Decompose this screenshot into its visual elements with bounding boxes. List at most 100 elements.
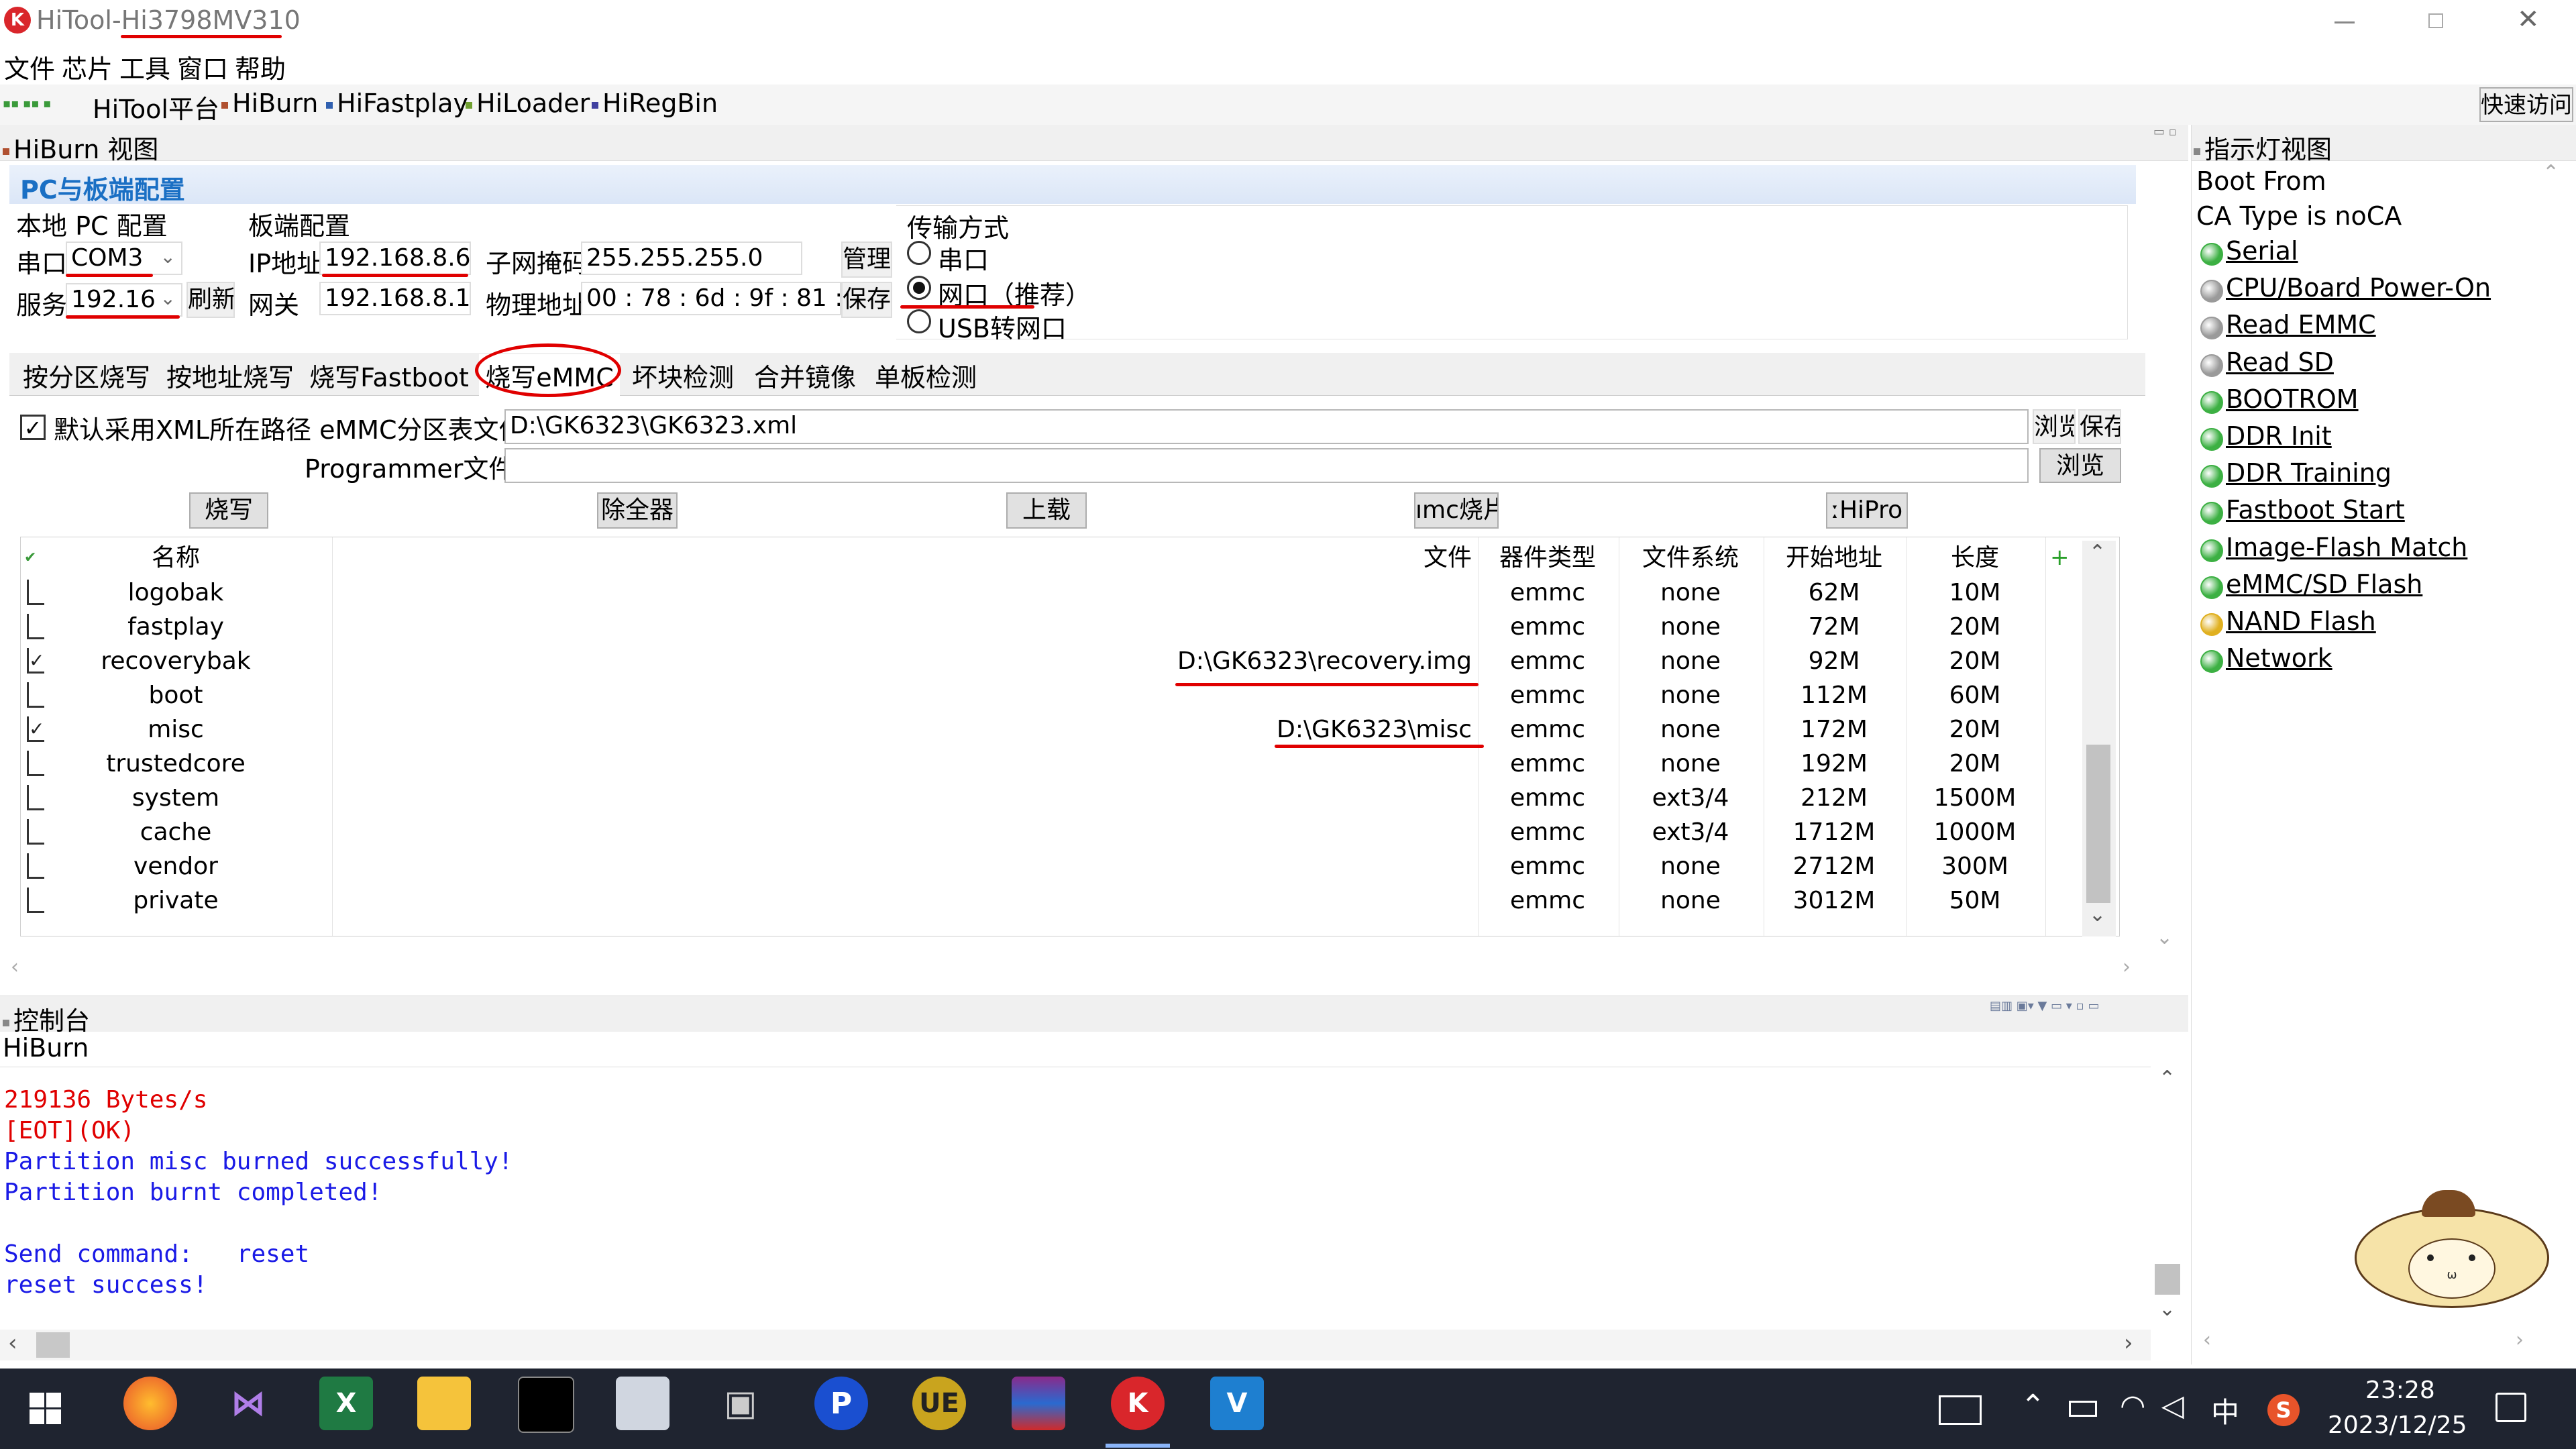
minimize-icon[interactable] <box>2334 21 2355 23</box>
chevron-down-icon[interactable]: ⌄ <box>2089 903 2106 926</box>
ime-indicator[interactable]: 中 <box>2211 1390 2239 1431</box>
table-row[interactable]: misc D:\GK6323\misc emmc none 172M 20M <box>20 712 2127 747</box>
menu-file[interactable]: 文件 <box>4 48 55 85</box>
notification-icon[interactable] <box>2496 1393 2526 1422</box>
remote-desktop-icon[interactable] <box>616 1377 669 1430</box>
status-led-label[interactable]: CPU/Board Power-On <box>2226 273 2491 303</box>
package-icon[interactable]: ▣ <box>714 1377 767 1430</box>
vscode-icon[interactable]: V <box>1210 1377 1264 1430</box>
ultraedit-icon[interactable]: UE <box>912 1377 966 1430</box>
toolbar-hiloader[interactable]: HiLoader <box>466 89 590 118</box>
ip-field[interactable]: 192.168.8.6 <box>319 241 471 275</box>
tab-fastboot-burn[interactable]: 烧写Fastboot <box>303 354 475 396</box>
manage-button[interactable]: 管理 <box>841 241 892 278</box>
row-file[interactable] <box>331 576 1472 610</box>
radio-serial[interactable] <box>907 241 931 265</box>
tab-partition-burn[interactable]: 按分区烧写 <box>13 354 160 396</box>
console-scroll-thumb[interactable] <box>2155 1264 2180 1295</box>
tray-expand-icon[interactable]: ⌃ <box>2021 1389 2045 1423</box>
row-file[interactable]: D:\GK6323\recovery.img <box>331 644 1472 678</box>
view-vscroll-down-icon[interactable]: ⌄ <box>2156 926 2173 949</box>
table-row[interactable]: cache emmc ext3/4 1712M 1000M <box>20 815 2127 849</box>
console-vscroll[interactable]: ⌃ ⌄ <box>2151 1067 2184 1328</box>
table-row[interactable]: trustedcore emmc none 192M 20M <box>20 747 2127 781</box>
toolbar-hifastplay[interactable]: HiFastplay <box>326 89 468 118</box>
clock-date[interactable]: 2023/12/25 <box>2328 1411 2467 1439</box>
table-row[interactable]: fastplay emmc none 72M 20M <box>20 610 2127 644</box>
quick-access-button[interactable]: 快速访问 <box>2479 87 2573 122</box>
row-file[interactable] <box>331 747 1472 781</box>
task-view-icon[interactable] <box>1939 1395 1982 1425</box>
status-led-label[interactable]: DDR Training <box>2226 458 2392 488</box>
status-led-label[interactable]: Image-Flash Match <box>2226 533 2467 562</box>
status-led-label[interactable]: NAND Flash <box>2226 606 2376 636</box>
table-row[interactable]: boot emmc none 112M 60M <box>20 678 2127 712</box>
status-led-label[interactable]: Serial <box>2226 236 2298 266</box>
chevron-up-icon[interactable]: ⌃ <box>2089 541 2106 564</box>
toolbar-hitool[interactable]: HiTool平台 <box>93 89 219 125</box>
table-scrollbar[interactable]: ⌃ ⌄ <box>2082 541 2116 936</box>
hitool-taskbar-icon[interactable]: K <box>1111 1377 1165 1430</box>
table-row[interactable]: recoverybak D:\GK6323\recovery.img emmc non… <box>20 644 2127 678</box>
toolbar-hiburn[interactable]: HiBurn <box>221 89 318 118</box>
menu-chip[interactable]: 芯片 <box>62 48 113 85</box>
xml-path-field[interactable]: D:\GK6323\GK6323.xml <box>504 409 2029 444</box>
row-file[interactable] <box>331 849 1472 883</box>
status-led-label[interactable]: Read SD <box>2226 347 2334 377</box>
clock-time[interactable]: 23:28 <box>2365 1377 2435 1404</box>
volume-icon[interactable]: ◁ <box>2161 1389 2184 1423</box>
console-tab[interactable]: 控制台 <box>3 1000 90 1037</box>
console-hscroll-thumb[interactable] <box>36 1332 70 1358</box>
save-button[interactable]: 保存 <box>841 282 892 318</box>
programmer-browse-button[interactable]: 浏览 <box>2039 448 2121 483</box>
status-led-label[interactable]: eMMC/SD Flash <box>2226 570 2422 599</box>
status-led-label[interactable]: Fastboot Start <box>2226 495 2405 525</box>
hipro-button[interactable]: ːHiPro <box>1826 492 1908 529</box>
console-hscroll[interactable]: ‹ › <box>0 1330 2151 1360</box>
status-led-label[interactable]: DDR Init <box>2226 421 2332 451</box>
tab-address-burn[interactable]: 按地址烧写 <box>161 354 299 396</box>
table-row[interactable]: vendor emmc none 2712M 300M <box>20 849 2127 883</box>
toolbar-hiregbin[interactable]: HiRegBin <box>592 89 718 118</box>
indicator-scroll-right-icon[interactable]: › <box>2516 1328 2524 1352</box>
excel-icon[interactable]: X <box>319 1377 373 1430</box>
menu-tools[interactable]: 工具 <box>119 48 170 85</box>
wifi-icon[interactable]: ◠ <box>2120 1389 2145 1423</box>
upload-button[interactable]: 上载 <box>1006 492 1087 529</box>
xml-browse-button[interactable]: 浏览 <box>2033 409 2076 444</box>
xml-save-button[interactable]: 保存 <box>2078 409 2121 444</box>
console-toolbar-icons[interactable]: ▤▥ ▣▾ ▼ ▭ ▾ ▫ ▭ <box>1990 999 2099 1013</box>
restore-icon[interactable] <box>2428 13 2443 28</box>
tab-board-check[interactable]: 单板检测 <box>869 354 982 396</box>
visual-studio-icon[interactable]: ⋈ <box>221 1377 275 1430</box>
tab-merge-image[interactable]: 合并镜像 <box>750 354 860 396</box>
view-hscroll[interactable]: ‹ › <box>0 955 2147 982</box>
status-led-label[interactable]: Network <box>2226 643 2332 673</box>
table-row[interactable]: private emmc none 3012M 50M <box>20 883 2127 918</box>
table-row[interactable]: system emmc ext3/4 212M 1500M <box>20 781 2127 815</box>
emmc-burn-button[interactable]: ımc烧片 <box>1414 492 1499 529</box>
close-icon[interactable]: ✕ <box>2517 4 2540 35</box>
menu-window[interactable]: 窗口 <box>177 48 228 85</box>
sogou-icon[interactable]: S <box>2267 1394 2300 1426</box>
burn-button[interactable]: 烧写 <box>189 492 268 529</box>
row-file[interactable]: D:\GK6323\misc <box>331 712 1472 747</box>
menu-help[interactable]: 帮助 <box>235 48 286 85</box>
firefox-icon[interactable] <box>123 1377 177 1430</box>
add-row-icon[interactable]: + <box>2050 541 2070 575</box>
chevron-up-icon[interactable]: ⌃ <box>2159 1067 2176 1090</box>
row-file[interactable] <box>331 610 1472 644</box>
mac-field[interactable]: 00 : 78 : 6d : 9f : 81 : e4 <box>581 282 841 315</box>
radio-usb[interactable] <box>907 309 931 333</box>
serial-select[interactable]: COM3 ⌄ <box>66 241 182 275</box>
radio-network[interactable] <box>907 276 931 300</box>
programmer-path-field[interactable] <box>504 448 2029 483</box>
mask-field[interactable]: 255.255.255.0 <box>581 241 802 275</box>
tab-bad-block[interactable]: 坏块检测 <box>627 354 739 396</box>
chevron-right-icon[interactable]: › <box>2123 955 2131 979</box>
server-select[interactable]: 192.16 ⌄ <box>66 283 182 317</box>
status-led-label[interactable]: Read EMMC <box>2226 310 2376 339</box>
p-app-icon[interactable]: P <box>814 1377 868 1430</box>
row-file[interactable] <box>331 883 1472 918</box>
hiburn-view-tab[interactable]: HiBurn 视图 <box>3 129 158 166</box>
